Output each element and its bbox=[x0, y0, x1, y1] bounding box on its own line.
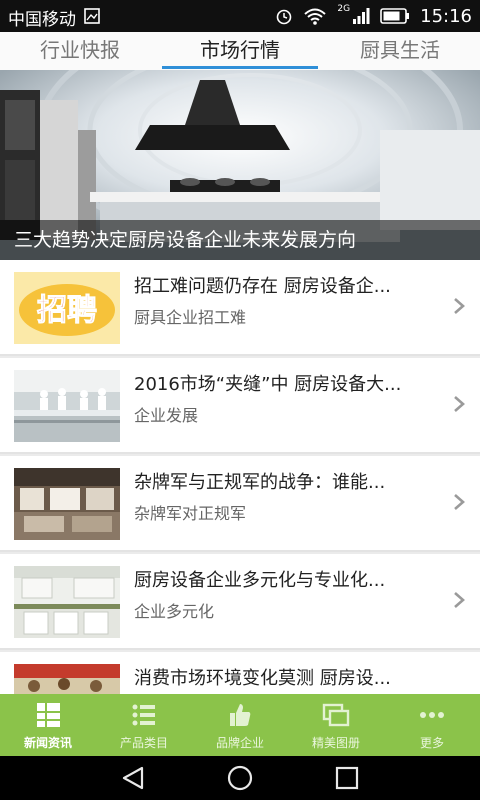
tab-market[interactable]: 市场行情 bbox=[160, 32, 320, 70]
tab-industry-news[interactable]: 行业快报 bbox=[0, 32, 160, 70]
wifi-icon bbox=[304, 8, 327, 25]
system-nav-bar bbox=[0, 756, 480, 800]
article-thumbnail bbox=[14, 468, 120, 540]
chevron-right-icon bbox=[454, 298, 465, 314]
chevron-right-icon bbox=[454, 494, 465, 510]
image-icon bbox=[84, 8, 100, 24]
article-subtitle: 企业多元化 bbox=[134, 602, 215, 621]
grid-list-icon bbox=[37, 703, 60, 727]
bottom-nav: 新闻资讯 产品类目 品牌企业 精美图册 更多 bbox=[0, 694, 480, 756]
nav-brands[interactable]: 品牌企业 bbox=[192, 694, 288, 756]
status-bar: 中国移动 2G 15:16 bbox=[0, 0, 480, 32]
list-item[interactable]: 杂牌军与正规军的战争：谁能... 杂牌军对正规军 bbox=[0, 456, 480, 552]
article-subtitle: 杂牌军对正规军 bbox=[134, 504, 247, 523]
network-type: 2G bbox=[337, 4, 351, 14]
article-title: 杂牌军与正规军的战争：谁能... bbox=[134, 472, 386, 493]
nav-label: 新闻资讯 bbox=[23, 736, 72, 750]
article-subtitle: 厨具企业招工难 bbox=[134, 308, 247, 327]
chevron-right-icon bbox=[454, 396, 465, 412]
alarm-icon bbox=[277, 9, 292, 25]
battery-icon bbox=[380, 8, 410, 24]
back-icon[interactable] bbox=[120, 766, 146, 790]
article-subtitle: 企业发展 bbox=[134, 406, 199, 425]
thumbnail-text: 招聘 bbox=[37, 293, 97, 328]
article-title: 招工难问题仍存在 厨房设备企... bbox=[134, 276, 391, 297]
list-item[interactable]: 厨房设备企业多元化与专业化... 企业多元化 bbox=[0, 554, 480, 650]
recents-icon[interactable] bbox=[335, 766, 359, 790]
article-thumbnail bbox=[14, 566, 120, 638]
more-icon bbox=[420, 712, 444, 718]
list-icon bbox=[132, 704, 155, 726]
carrier-name: 中国移动 bbox=[8, 10, 76, 30]
active-tab-indicator bbox=[162, 66, 318, 69]
nav-label: 产品类目 bbox=[119, 736, 168, 750]
article-title: 2016市场“夹缝”中 厨房设备大... bbox=[134, 374, 402, 395]
article-thumbnail: 招聘 bbox=[14, 272, 120, 344]
nav-label: 更多 bbox=[419, 736, 444, 750]
nav-label: 精美图册 bbox=[311, 736, 360, 750]
home-icon[interactable] bbox=[227, 765, 253, 791]
thumbs-up-icon bbox=[230, 704, 251, 726]
tab-kitchen-life[interactable]: 厨具生活 bbox=[320, 32, 480, 70]
featured-banner[interactable]: 三大趋势决定厨房设备企业未来发展方向 bbox=[0, 70, 480, 260]
list-item[interactable]: 招聘 招工难问题仍存在 厨房设备企... 厨具企业招工难 bbox=[0, 260, 480, 356]
chevron-right-icon bbox=[454, 592, 465, 608]
signal-icon bbox=[353, 8, 370, 24]
article-thumbnail bbox=[14, 370, 120, 442]
article-list: 招聘 招工难问题仍存在 厨房设备企... 厨具企业招工难 2016市场“夹缝”中… bbox=[0, 260, 480, 750]
nav-products[interactable]: 产品类目 bbox=[96, 694, 192, 756]
list-item[interactable]: 2016市场“夹缝”中 厨房设备大... 企业发展 bbox=[0, 358, 480, 454]
article-title: 厨房设备企业多元化与专业化... bbox=[134, 570, 386, 591]
nav-more[interactable]: 更多 bbox=[384, 694, 480, 756]
gallery-icon bbox=[322, 703, 350, 727]
nav-label: 品牌企业 bbox=[215, 736, 264, 750]
top-tab-bar: 行业快报 市场行情 厨具生活 bbox=[0, 32, 480, 71]
nav-gallery[interactable]: 精美图册 bbox=[288, 694, 384, 756]
article-title: 消费市场环境变化莫测 厨房设... bbox=[134, 668, 391, 689]
banner-caption: 三大趋势决定厨房设备企业未来发展方向 bbox=[0, 220, 480, 260]
clock: 15:16 bbox=[420, 5, 472, 27]
nav-news[interactable]: 新闻资讯 bbox=[0, 694, 96, 756]
